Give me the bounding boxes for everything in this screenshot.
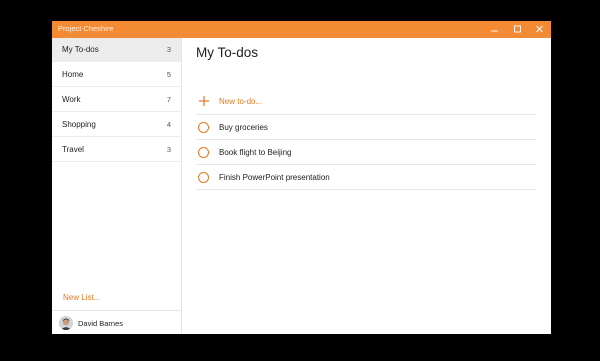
new-todo-label: New to-do...: [219, 97, 263, 106]
sidebar-item-count: 3: [166, 145, 171, 154]
sidebar-item-my-to-dos[interactable]: My To-dos 3: [52, 38, 181, 62]
sidebar-item-label: Shopping: [62, 120, 96, 129]
sidebar-item-count: 7: [166, 95, 171, 104]
main-content: My To-dos New to-do... Buy groceries Boo…: [182, 38, 551, 334]
plus-icon: [199, 96, 209, 106]
sidebar-item-label: Work: [62, 95, 81, 104]
sidebar-item-count: 4: [166, 120, 171, 129]
checkbox-circle-icon[interactable]: [198, 122, 209, 133]
checkbox-circle-icon[interactable]: [198, 172, 209, 183]
close-button[interactable]: [529, 21, 551, 38]
todo-text: Finish PowerPoint presentation: [219, 173, 330, 182]
todo-item[interactable]: Finish PowerPoint presentation: [196, 166, 536, 190]
sidebar-item-home[interactable]: Home 5: [52, 63, 181, 87]
maximize-icon: [514, 25, 521, 33]
title-bar[interactable]: Project Cheshire: [52, 21, 551, 38]
sidebar-item-label: My To-dos: [62, 45, 99, 54]
todo-item[interactable]: Book flight to Beijing: [196, 141, 536, 165]
sidebar-item-label: Home: [62, 70, 84, 79]
maximize-button[interactable]: [507, 21, 529, 38]
minimize-button[interactable]: [484, 21, 506, 38]
avatar: [59, 316, 73, 330]
close-icon: [536, 25, 543, 33]
sidebar-item-travel[interactable]: Travel 3: [52, 138, 181, 162]
sidebar: My To-dos 3 Home 5 Work 7 Shopping 4 Tra…: [52, 38, 182, 334]
user-name: David Barnes: [78, 319, 124, 328]
divider: [196, 164, 536, 165]
sidebar-item-count: 5: [166, 70, 171, 79]
page-title: My To-dos: [196, 45, 259, 60]
divider: [196, 189, 536, 190]
sidebar-item-label: Travel: [62, 145, 84, 154]
sidebar-item-count: 3: [166, 45, 171, 54]
new-list-button[interactable]: New List...: [63, 293, 100, 302]
todo-item[interactable]: Buy groceries: [196, 116, 536, 140]
window-title: Project Cheshire: [58, 24, 114, 33]
new-todo-button[interactable]: New to-do...: [196, 93, 536, 113]
sidebar-item-work[interactable]: Work 7: [52, 88, 181, 112]
checkbox-circle-icon[interactable]: [198, 147, 209, 158]
todo-text: Buy groceries: [219, 123, 268, 132]
sidebar-item-shopping[interactable]: Shopping 4: [52, 113, 181, 137]
app-window: Project Cheshire My To-dos 3 Home 5 Work…: [52, 21, 551, 334]
divider: [196, 114, 536, 115]
todo-text: Book flight to Beijing: [219, 148, 292, 157]
divider: [196, 139, 536, 140]
minimize-icon: [491, 30, 498, 32]
user-profile[interactable]: David Barnes: [52, 310, 181, 334]
